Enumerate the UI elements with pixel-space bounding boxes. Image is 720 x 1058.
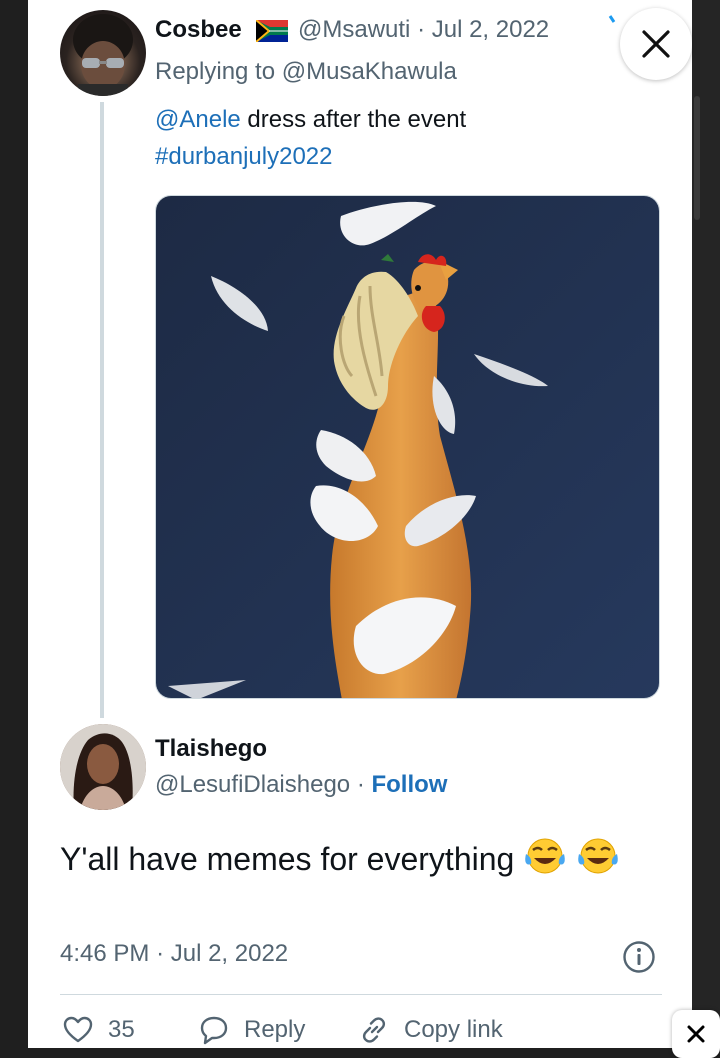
south-africa-flag-icon [256, 20, 288, 42]
background-strip [692, 0, 720, 1048]
face-with-tears-of-joy-icon [578, 838, 618, 874]
display-name[interactable]: Cosbee [155, 16, 242, 44]
tweet-body: dress after the event [247, 106, 467, 133]
hashtag-link[interactable]: #durbanjuly2022 [155, 143, 332, 170]
avatar[interactable] [60, 724, 146, 810]
tweet-time: 4:46 PM [60, 940, 150, 967]
reply-button[interactable]: Reply [198, 1014, 305, 1046]
heart-icon [63, 1016, 93, 1043]
handle[interactable]: @Msawuti [298, 16, 410, 43]
tweet-text: @Anele dress after the event #durbanjuly… [155, 101, 466, 175]
copy-link-button[interactable]: Copy link [358, 1014, 503, 1046]
close-button[interactable] [620, 8, 692, 80]
follow-button[interactable]: Follow [371, 771, 447, 798]
more-icon[interactable] [606, 14, 620, 28]
copy-link-label: Copy link [404, 1016, 503, 1043]
like-count: 35 [108, 1016, 135, 1043]
display-name[interactable]: Tlaishego [155, 735, 267, 763]
handle[interactable]: @LesufiDlaishego [155, 771, 350, 798]
tweet-image[interactable] [155, 195, 660, 699]
reply-label: Reply [244, 1016, 306, 1043]
tweet-date[interactable]: Jul 2, 2022 [432, 16, 549, 43]
handle-follow: @LesufiDlaishego · Follow [155, 771, 447, 799]
like-button[interactable]: 35 [62, 1014, 135, 1046]
tweet-timestamp[interactable]: 4:46 PM · Jul 2, 2022 [60, 940, 288, 968]
separator-dot: · [356, 771, 372, 798]
tweet-handle-date: @Msawuti · Jul 2, 2022 [298, 16, 549, 44]
tweet-date: Jul 2, 2022 [170, 940, 289, 967]
tweet-text: Y'all have memes for everything [60, 836, 640, 882]
scroll-indicator [694, 96, 700, 220]
divider [60, 994, 662, 995]
replying-prefix: Replying to [155, 58, 276, 85]
replying-to-handle[interactable]: @MusaKhawula [282, 58, 457, 85]
separator-dot: · [417, 16, 432, 43]
face-with-tears-of-joy-icon [525, 838, 565, 874]
link-icon [362, 1017, 386, 1043]
tweet-body: Y'all have memes for everything [60, 841, 515, 877]
close-icon [687, 1025, 705, 1043]
info-icon[interactable] [622, 940, 656, 974]
dismiss-button[interactable] [672, 1010, 720, 1058]
separator-dot: · [156, 940, 171, 967]
mention-link[interactable]: @Anele [155, 106, 241, 133]
avatar[interactable] [60, 10, 146, 96]
replying-to: Replying to @MusaKhawula [155, 58, 457, 86]
thread-connector [100, 102, 104, 718]
close-icon [642, 30, 670, 58]
reply-bubble-icon [200, 1016, 228, 1045]
